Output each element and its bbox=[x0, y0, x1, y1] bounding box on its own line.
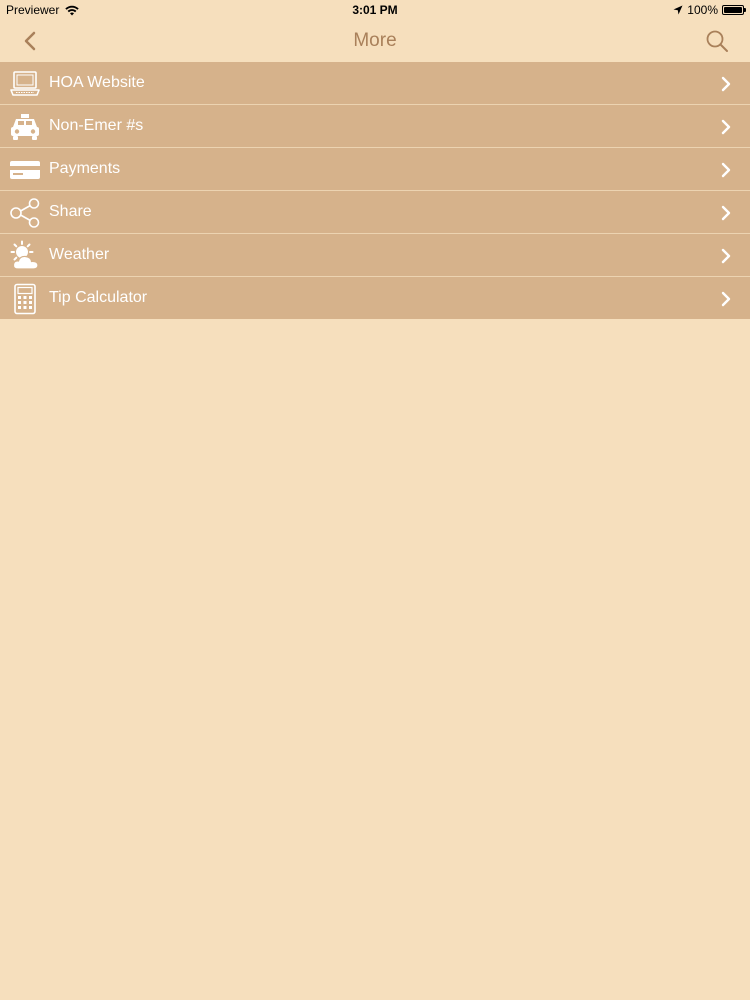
menu-item-non-emer[interactable]: Non-Emer #s bbox=[0, 105, 750, 148]
chevron-right-icon bbox=[721, 205, 731, 221]
menu-item-tip-calculator[interactable]: Tip Calculator bbox=[0, 277, 750, 319]
menu-item-share[interactable]: Share bbox=[0, 191, 750, 234]
location-arrow-icon bbox=[673, 5, 683, 15]
page-title: More bbox=[353, 30, 397, 51]
menu-list: HOA Website Non-Emer #s Payments Share W… bbox=[0, 62, 750, 319]
chevron-right-icon bbox=[721, 248, 731, 264]
menu-item-label: Tip Calculator bbox=[49, 289, 148, 306]
calculator-icon bbox=[14, 283, 36, 315]
chevron-right-icon bbox=[721, 162, 731, 178]
menu-item-label: Non-Emer #s bbox=[49, 117, 144, 134]
share-icon bbox=[10, 198, 40, 228]
battery-fill bbox=[724, 7, 742, 13]
status-right: 100% bbox=[673, 3, 746, 17]
menu-item-label: Share bbox=[49, 203, 92, 220]
status-bar: Previewer 3:01 PM 100% bbox=[0, 0, 750, 20]
chevron-right-icon bbox=[721, 76, 731, 92]
nav-bar: More bbox=[0, 20, 750, 62]
menu-item-weather[interactable]: Weather bbox=[0, 234, 750, 277]
laptop-icon bbox=[10, 71, 40, 96]
battery-tip bbox=[744, 8, 746, 12]
battery-icon bbox=[722, 5, 746, 15]
status-time: 3:01 PM bbox=[352, 3, 398, 17]
weather-icon bbox=[10, 240, 39, 270]
menu-item-payments[interactable]: Payments bbox=[0, 148, 750, 191]
credit-card-icon bbox=[10, 161, 40, 179]
menu-item-hoa-website[interactable]: HOA Website bbox=[0, 62, 750, 105]
car-icon bbox=[11, 114, 39, 140]
menu-item-label: Payments bbox=[49, 160, 121, 177]
search-icon[interactable] bbox=[704, 28, 730, 54]
chevron-right-icon bbox=[721, 119, 731, 135]
chevron-right-icon bbox=[721, 291, 731, 307]
menu-item-label: HOA Website bbox=[49, 74, 145, 91]
menu-item-label: Weather bbox=[49, 246, 110, 263]
battery-percent: 100% bbox=[687, 3, 718, 17]
